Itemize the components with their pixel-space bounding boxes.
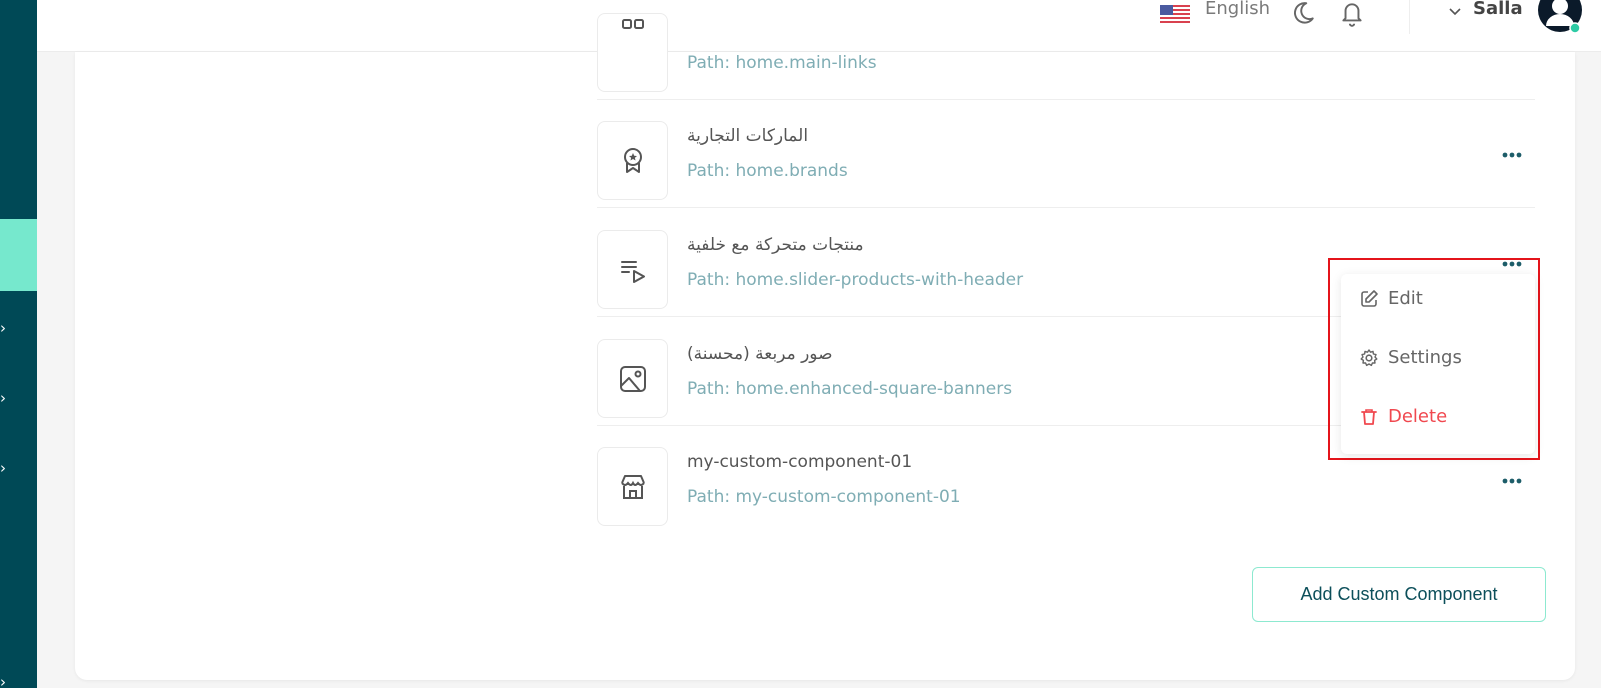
grid-icon — [621, 18, 644, 29]
chevron-right-icon[interactable]: › — [0, 321, 14, 336]
menu-item-settings[interactable]: Settings — [1359, 347, 1462, 368]
component-icon-box — [597, 121, 668, 200]
edit-icon — [1361, 289, 1378, 307]
menu-item-delete[interactable]: Delete — [1359, 406, 1447, 427]
award-icon — [623, 147, 642, 173]
gear-icon — [1360, 348, 1378, 366]
component-path: Path: home.main-links — [687, 53, 877, 73]
component-path: Path: home.slider-products-with-header — [687, 270, 1024, 290]
online-status-dot — [1569, 22, 1581, 34]
component-title: صور مربعة (محسنة) — [687, 344, 833, 364]
add-custom-component-button[interactable]: Add Custom Component — [1252, 567, 1546, 622]
component-icon-box — [597, 230, 668, 309]
sidebar: › › › › — [0, 0, 37, 688]
more-options-icon[interactable] — [1501, 477, 1523, 485]
menu-item-label: Delete — [1388, 406, 1448, 427]
context-menu: Edit Settings Delete — [1341, 274, 1535, 454]
component-icon-box — [597, 339, 668, 418]
trash-icon — [1361, 408, 1377, 425]
sidebar-item-active[interactable] — [0, 219, 37, 291]
more-options-icon[interactable] — [1501, 151, 1523, 159]
component-path: Path: home.brands — [687, 161, 848, 181]
menu-item-label: Edit — [1388, 288, 1423, 309]
component-title: الماركات التجارية — [687, 126, 809, 146]
component-path: Path: home.enhanced-square-banners — [687, 379, 1013, 399]
list-item: الماركات التجارية Path: home.brands — [597, 100, 1535, 208]
component-title: my-custom-component-01 — [687, 452, 913, 472]
playlist-icon — [620, 260, 645, 283]
chevron-right-icon[interactable]: › — [0, 675, 14, 688]
component-icon-box — [597, 13, 668, 92]
component-icon-box — [597, 447, 668, 526]
chevron-right-icon[interactable]: › — [0, 391, 14, 406]
menu-item-label: Settings — [1388, 347, 1462, 368]
avatar[interactable] — [1537, 0, 1583, 36]
menu-item-edit[interactable]: Edit — [1359, 288, 1423, 309]
component-path: Path: my-custom-component-01 — [687, 487, 961, 507]
list-item: Path: home.main-links — [597, 0, 1535, 100]
store-icon — [620, 474, 645, 499]
image-icon — [619, 365, 646, 392]
component-title: منتجات متحركة مع خلفية — [687, 235, 864, 255]
chevron-right-icon[interactable]: › — [0, 461, 14, 476]
